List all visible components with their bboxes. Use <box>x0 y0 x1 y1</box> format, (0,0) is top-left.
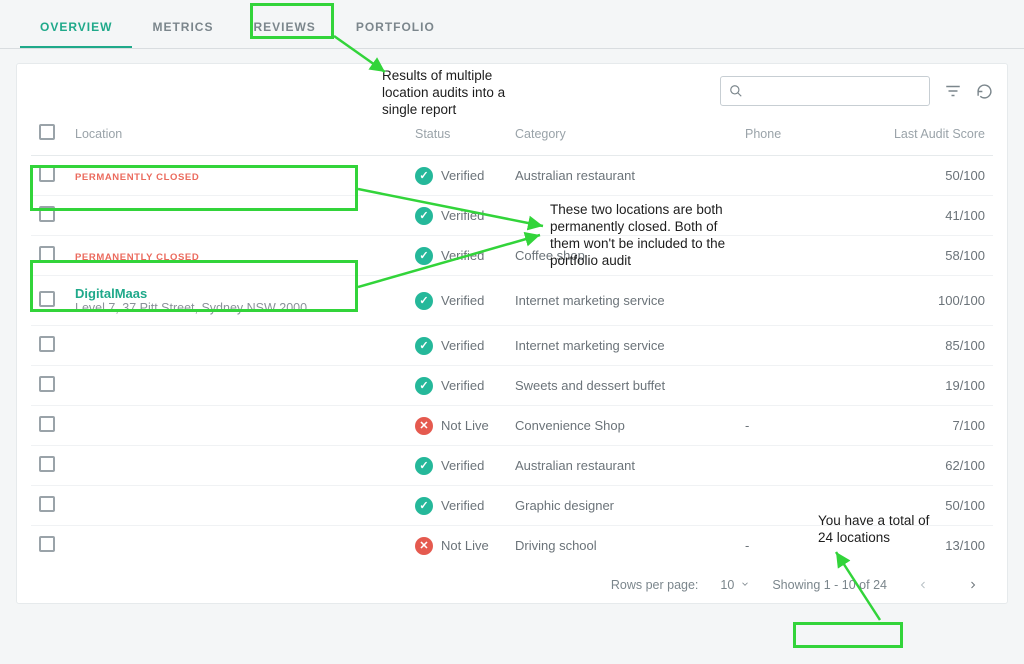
status-text: Not Live <box>441 418 489 433</box>
chevron-down-icon <box>740 578 750 592</box>
annotation-box-showing <box>793 622 903 648</box>
row-checkbox[interactable] <box>39 336 55 352</box>
x-circle-icon: ✕ <box>415 537 433 555</box>
col-location[interactable]: Location <box>67 114 407 156</box>
table-row[interactable]: ✓ Verified Australian restaurant 62/100 <box>31 446 993 486</box>
pagination-bar: Rows per page: 10 Showing 1 - 10 of 24 <box>31 565 993 593</box>
category-cell: Sweets and dessert buffet <box>507 366 737 406</box>
score-cell: 41/100 <box>837 196 993 236</box>
table-row[interactable]: ✓ Verified Internet marketing service 85/10… <box>31 326 993 366</box>
phone-cell <box>737 236 837 276</box>
category-cell: Convenience Shop <box>507 406 737 446</box>
phone-cell <box>737 276 837 326</box>
row-checkbox[interactable] <box>39 536 55 552</box>
status-text: Verified <box>441 168 484 183</box>
rows-per-page-select[interactable]: 10 <box>720 578 750 592</box>
check-circle-icon: ✓ <box>415 207 433 225</box>
col-status[interactable]: Status <box>407 114 507 156</box>
tab-metrics[interactable]: METRICS <box>132 12 233 48</box>
table-row[interactable]: ✕ Not Live Convenience Shop-7/100 <box>31 406 993 446</box>
col-phone[interactable]: Phone <box>737 114 837 156</box>
rows-per-page-value: 10 <box>720 578 734 592</box>
status-cell: ✓ Verified <box>415 457 499 475</box>
score-cell: 62/100 <box>837 446 993 486</box>
phone-cell <box>737 366 837 406</box>
row-checkbox[interactable] <box>39 456 55 472</box>
check-circle-icon: ✓ <box>415 457 433 475</box>
phone-cell <box>737 156 837 196</box>
score-cell: 85/100 <box>837 326 993 366</box>
phone-cell <box>737 446 837 486</box>
status-cell: ✓ Verified <box>415 497 499 515</box>
score-cell: 100/100 <box>837 276 993 326</box>
row-checkbox[interactable] <box>39 376 55 392</box>
status-cell: ✕ Not Live <box>415 537 499 555</box>
tabs-bar: OVERVIEW METRICS REVIEWS PORTFOLIO <box>0 0 1024 49</box>
row-checkbox[interactable] <box>39 416 55 432</box>
annotation-box-portfolio-tab <box>250 3 334 39</box>
select-all-checkbox[interactable] <box>39 124 55 140</box>
status-text: Verified <box>441 458 484 473</box>
check-circle-icon: ✓ <box>415 337 433 355</box>
col-score[interactable]: Last Audit Score <box>837 114 993 156</box>
category-cell: Graphic designer <box>507 486 737 526</box>
status-cell: ✓ Verified <box>415 292 499 310</box>
table-row[interactable]: ✓ Verified Sweets and dessert buffet 19/100 <box>31 366 993 406</box>
next-page-button[interactable] <box>959 577 987 593</box>
score-cell: 19/100 <box>837 366 993 406</box>
status-text: Verified <box>441 338 484 353</box>
check-circle-icon: ✓ <box>415 377 433 395</box>
category-cell: Internet marketing service <box>507 276 737 326</box>
search-input[interactable] <box>749 84 925 99</box>
row-checkbox[interactable] <box>39 496 55 512</box>
annotation-closed-note: These two locations are both permanently… <box>550 202 740 270</box>
status-text: Verified <box>441 293 484 308</box>
search-icon <box>729 84 743 98</box>
check-circle-icon: ✓ <box>415 247 433 265</box>
filter-icon[interactable] <box>944 82 962 100</box>
score-cell: 58/100 <box>837 236 993 276</box>
x-circle-icon: ✕ <box>415 417 433 435</box>
status-cell: ✓ Verified <box>415 337 499 355</box>
score-cell: 7/100 <box>837 406 993 446</box>
status-text: Verified <box>441 378 484 393</box>
tab-portfolio[interactable]: PORTFOLIO <box>336 12 455 48</box>
annotation-total-note: You have a total of 24 locations <box>818 513 948 547</box>
status-cell: ✓ Verified <box>415 167 499 185</box>
category-cell: Driving school <box>507 526 737 566</box>
status-text: Verified <box>441 498 484 513</box>
prev-page-button[interactable] <box>909 577 937 593</box>
status-text: Verified <box>441 248 484 263</box>
phone-cell <box>737 196 837 236</box>
annotation-box-row-3 <box>30 260 358 312</box>
search-input-wrapper[interactable] <box>720 76 930 106</box>
col-category[interactable]: Category <box>507 114 737 156</box>
phone-cell <box>737 326 837 366</box>
status-cell: ✕ Not Live <box>415 417 499 435</box>
check-circle-icon: ✓ <box>415 167 433 185</box>
phone-cell: - <box>737 406 837 446</box>
category-cell: Australian restaurant <box>507 156 737 196</box>
pagination-showing: Showing 1 - 10 of 24 <box>772 578 887 592</box>
category-cell: Internet marketing service <box>507 326 737 366</box>
rows-per-page-label: Rows per page: <box>611 578 699 592</box>
select-all-header <box>31 114 67 156</box>
status-cell: ✓ Verified <box>415 377 499 395</box>
check-circle-icon: ✓ <box>415 497 433 515</box>
check-circle-icon: ✓ <box>415 292 433 310</box>
status-text: Not Live <box>441 538 489 553</box>
status-cell: ✓ Verified <box>415 207 499 225</box>
annotation-box-row-1 <box>30 165 358 211</box>
tab-overview[interactable]: OVERVIEW <box>20 12 132 48</box>
refresh-icon[interactable] <box>976 83 993 100</box>
annotation-portfolio-note: Results of multiple location audits into… <box>382 68 522 119</box>
status-cell: ✓ Verified <box>415 247 499 265</box>
status-text: Verified <box>441 208 484 223</box>
category-cell: Australian restaurant <box>507 446 737 486</box>
score-cell: 50/100 <box>837 156 993 196</box>
